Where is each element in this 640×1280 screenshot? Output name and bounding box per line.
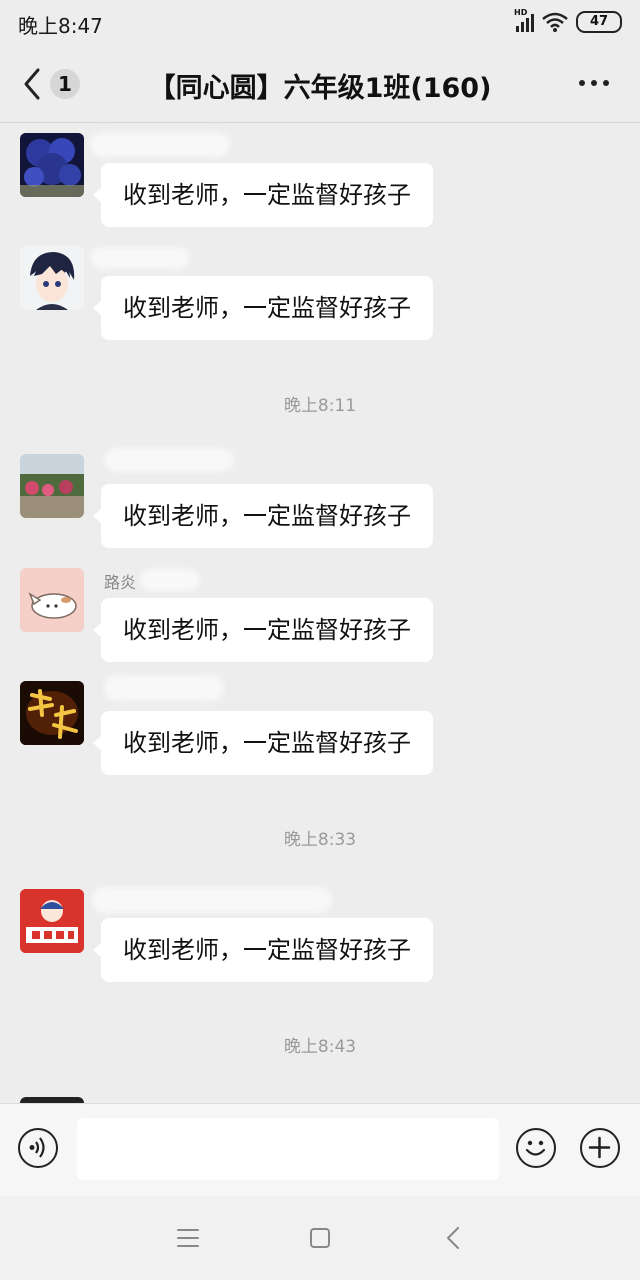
system-navigation-bar bbox=[0, 1196, 640, 1280]
message-list[interactable]: 收到老师，一定监督好孩子 收到老师，一定监督好孩子 晚上8:11 收到老师，一定… bbox=[0, 123, 640, 1103]
timestamp-label: 晚上8:33 bbox=[283, 830, 357, 850]
timestamp-label: 晚上8:43 bbox=[283, 1037, 357, 1057]
home-icon[interactable] bbox=[304, 1222, 336, 1254]
red-greeting-avatar[interactable] bbox=[20, 889, 84, 953]
message-bubble[interactable]: 收到老师，一定监督好孩子 bbox=[93, 276, 433, 340]
menu-icon[interactable] bbox=[172, 1222, 204, 1254]
signal-icon: HD bbox=[514, 8, 534, 32]
more-dots-icon[interactable] bbox=[578, 78, 610, 88]
message-bubble[interactable]: 收到老师，一定监督好孩子 bbox=[93, 711, 433, 775]
wifi-icon bbox=[542, 12, 568, 32]
flowers-avatar[interactable] bbox=[20, 133, 84, 197]
garden-photo-avatar[interactable] bbox=[20, 454, 84, 518]
status-bar: 晚上8:47 HD 47 bbox=[0, 0, 640, 44]
message-input[interactable] bbox=[77, 1118, 499, 1180]
voice-button[interactable] bbox=[18, 1128, 58, 1168]
status-icons: HD 47 bbox=[514, 8, 622, 34]
sender-name: 路炎 bbox=[104, 573, 137, 592]
chat-title: 【同心圆】六年级1班(160) bbox=[148, 73, 492, 104]
plus-button[interactable] bbox=[580, 1128, 620, 1168]
plus-icon bbox=[588, 1136, 611, 1159]
anime-boy-avatar[interactable] bbox=[20, 246, 84, 310]
back-triangle-icon[interactable] bbox=[438, 1222, 470, 1254]
timestamp-label: 晚上8:11 bbox=[283, 396, 357, 416]
emoji-button[interactable] bbox=[516, 1128, 556, 1168]
message-bubble[interactable]: 收到老师，一定监督好孩子 bbox=[93, 163, 433, 227]
status-time: 晚上8:47 bbox=[18, 14, 103, 38]
network-type-label: HD bbox=[514, 8, 528, 17]
battery-icon: 47 bbox=[576, 11, 622, 33]
message-bubble[interactable]: 收到老师，一定监督好孩子 bbox=[93, 598, 433, 662]
message-bubble[interactable]: 收到老师，一定监督好孩子 bbox=[93, 484, 433, 548]
message-bubble[interactable]: 收到老师，一定监督好孩子 bbox=[93, 918, 433, 982]
chat-header: 1 【同心圆】六年级1班(160) bbox=[0, 44, 640, 123]
voice-icon bbox=[29, 1137, 45, 1158]
dream-calligraphy-avatar[interactable] bbox=[20, 681, 84, 745]
input-bar bbox=[0, 1103, 640, 1196]
emoji-icon bbox=[525, 1140, 546, 1156]
cat-sticker-avatar[interactable] bbox=[20, 568, 84, 632]
